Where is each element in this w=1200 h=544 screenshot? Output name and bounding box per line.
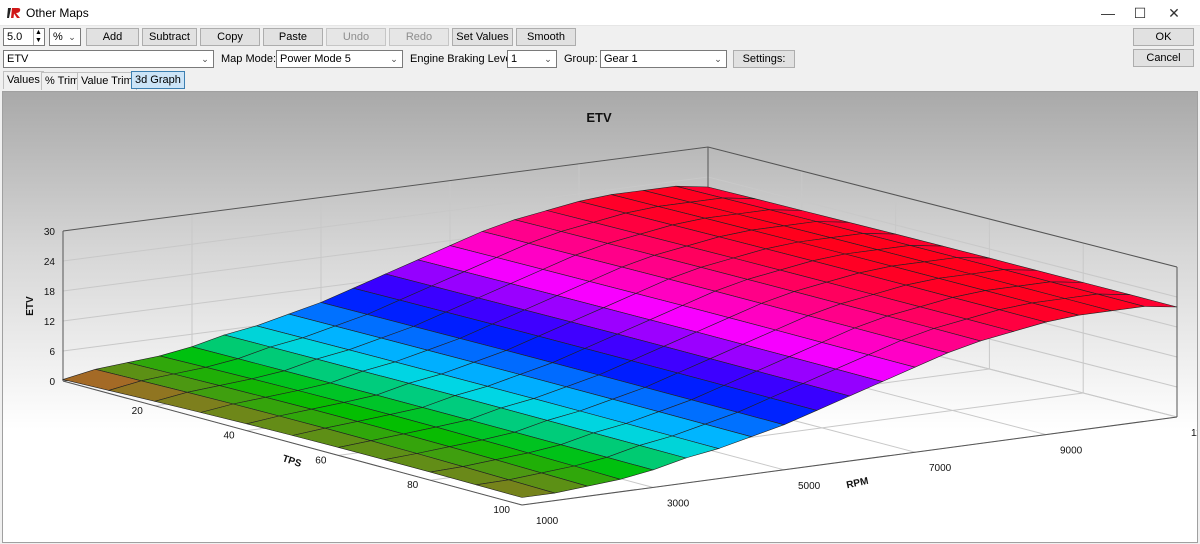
rpm-tick-label: 7000 [929,463,952,474]
rpm-tick-label: 3000 [667,498,690,509]
z-tick-label: 24 [44,257,56,268]
etv-3d-surface-chart[interactable]: 0 6 12 18 24 30 20 40 60 80 100 1000 3000 5000 7000 900… [3,92,1198,543]
map-select-value: ETV [7,53,29,65]
z-tick-label: 30 [44,227,56,238]
tab-values[interactable]: Values [3,71,44,89]
minimize-icon: — [1101,5,1115,21]
paste-button[interactable]: Paste [263,28,323,46]
undo-button[interactable]: Undo [326,28,386,46]
spinner-icon[interactable]: ▲ ▼ [33,29,43,45]
rpm-axis-label: RPM [845,476,869,491]
z-tick-label: 6 [49,347,55,358]
tab-3d-graph[interactable]: 3d Graph [131,71,185,89]
tuner-logo-icon [7,8,21,18]
add-button[interactable]: Add [86,28,139,46]
subtract-button[interactable]: Subtract [142,28,197,46]
tps-tick-label: 80 [407,480,419,491]
z-axis-label: ETV [25,296,36,316]
tps-tick-label: 100 [493,505,510,516]
engine-braking-label: Engine Braking Level: [410,53,518,65]
unit-value: % [53,31,63,43]
engine-braking-select[interactable]: 1 ⌄ [507,50,557,68]
z-tick-label: 0 [49,377,55,388]
rpm-tick-label: 1000 [536,516,559,527]
tps-axis-label: TPS [281,453,303,470]
map-mode-value: Power Mode 5 [280,53,351,65]
chevron-down-icon: ⌄ [201,54,209,64]
step-value-input[interactable]: 5.0 ▲ ▼ [3,28,45,46]
window-title: Other Maps [26,6,89,20]
group-select[interactable]: Gear 1 ⌄ [600,50,727,68]
settings-button[interactable]: Settings: [733,50,795,68]
tps-tick-label: 60 [315,455,327,466]
set-values-button[interactable]: Set Values [452,28,513,46]
group-label: Group: [564,53,598,65]
smooth-button[interactable]: Smooth [516,28,576,46]
tps-tick-label: 20 [132,406,144,417]
map-mode-label: Map Mode: [221,53,277,65]
engine-braking-value: 1 [511,53,518,65]
graph-panel[interactable]: 0 6 12 18 24 30 20 40 60 80 100 1000 3000 5000 7000 900… [2,91,1198,543]
close-icon: ✕ [1168,4,1180,21]
close-button[interactable]: ✕ [1151,0,1197,26]
chart-title: ETV [586,110,612,125]
map-mode-select[interactable]: Power Mode 5 ⌄ [276,50,403,68]
rpm-tick-label: 9000 [1060,446,1083,457]
tps-tick-label: 40 [223,431,235,442]
map-select[interactable]: ETV ⌄ [3,50,214,68]
step-value: 5.0 [7,31,23,43]
title-bar: Other Maps — ☐ ✕ [0,0,1200,26]
chevron-down-icon: ⌄ [68,32,76,42]
z-tick-label: 18 [44,287,56,298]
cancel-button[interactable]: Cancel [1133,49,1194,67]
chart-surface [61,185,1178,498]
tab-value-trim[interactable]: Value Trim [77,72,137,90]
rpm-tick-label: 11000 [1191,428,1198,439]
chevron-down-icon: ⌄ [390,54,398,64]
chevron-down-icon: ⌄ [714,54,722,64]
chevron-down-icon: ⌄ [544,54,552,64]
maximize-icon: ☐ [1133,4,1147,21]
copy-button[interactable]: Copy [200,28,260,46]
unit-select[interactable]: % ⌄ [49,28,81,46]
group-value: Gear 1 [604,53,638,65]
redo-button[interactable]: Redo [389,28,449,46]
ok-button[interactable]: OK [1133,28,1194,46]
rpm-tick-label: 5000 [798,481,821,492]
z-tick-label: 12 [44,317,56,328]
